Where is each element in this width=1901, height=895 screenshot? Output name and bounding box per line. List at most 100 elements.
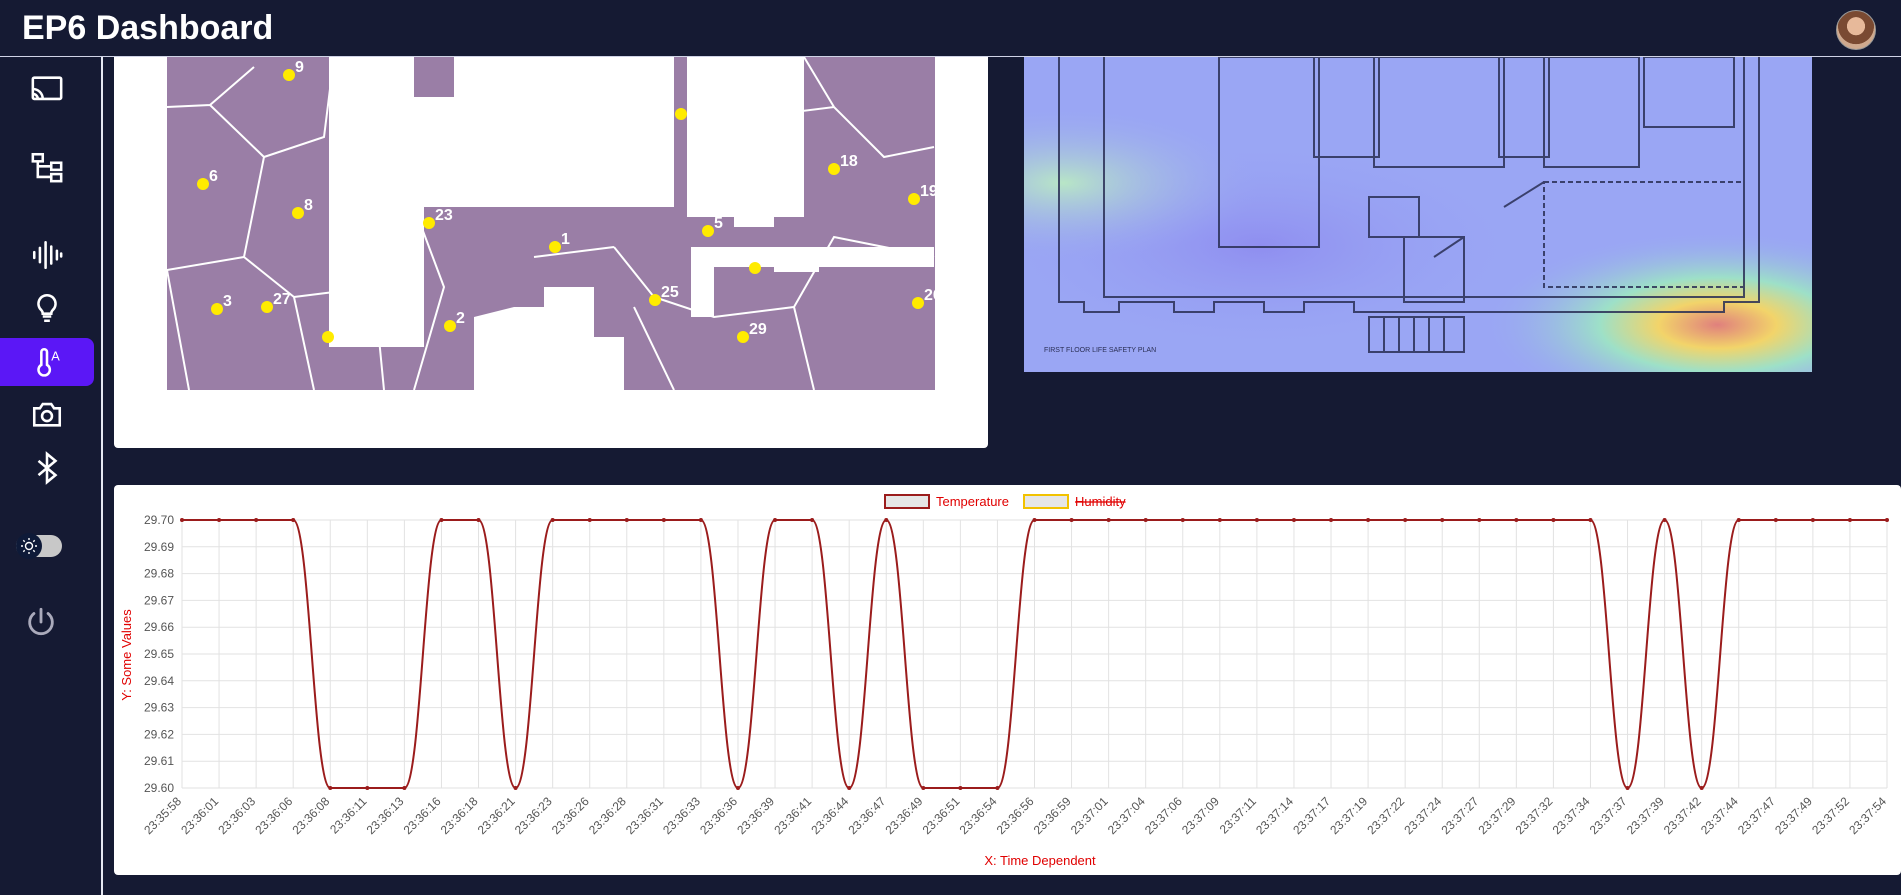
x-tick-label: 23:37:47	[1735, 794, 1778, 837]
sensor-marker[interactable]	[197, 178, 209, 190]
data-point[interactable]	[1143, 518, 1148, 522]
sensor-marker[interactable]	[675, 108, 687, 120]
sensor-marker[interactable]	[828, 163, 840, 175]
data-point[interactable]	[1885, 518, 1889, 522]
data-point[interactable]	[513, 786, 518, 790]
sensor-marker[interactable]	[737, 331, 749, 343]
data-point[interactable]	[810, 518, 815, 522]
data-point[interactable]	[735, 786, 740, 790]
data-point[interactable]	[1588, 518, 1593, 522]
sensor-marker[interactable]	[423, 217, 435, 229]
sensor-label: 29	[749, 321, 767, 338]
data-point[interactable]	[180, 518, 184, 522]
x-tick-label: 23:37:39	[1624, 794, 1667, 837]
x-tick-label: 23:36:59	[1031, 794, 1074, 837]
x-tick-label: 23:37:17	[1290, 794, 1333, 837]
data-point[interactable]	[402, 786, 407, 790]
theme-toggle[interactable]	[14, 531, 64, 561]
sidebar-item-bluetooth[interactable]	[0, 444, 94, 492]
sidebar-item-network[interactable]	[0, 143, 94, 191]
hierarchy-icon	[31, 152, 63, 183]
sidebar-item-temperature[interactable]: A	[0, 338, 94, 386]
data-point[interactable]	[1773, 518, 1778, 522]
temperature-line-chart: 29.70 29.69 29.68 29.67 29.66 29.65 29.64 29.63…	[119, 494, 1889, 868]
data-point[interactable]	[884, 518, 889, 522]
sensor-marker[interactable]	[702, 225, 714, 237]
sensor-marker[interactable]	[261, 301, 273, 313]
data-point[interactable]	[995, 786, 1000, 790]
data-point[interactable]	[773, 518, 778, 522]
sensor-label: 18	[840, 153, 858, 170]
data-point[interactable]	[1514, 518, 1519, 522]
data-point[interactable]	[661, 518, 666, 522]
temperature-chart-card: 29.70 29.69 29.68 29.67 29.66 29.65 29.64 29.63…	[114, 485, 1901, 875]
data-point[interactable]	[1106, 518, 1111, 522]
data-point[interactable]	[847, 786, 852, 790]
data-point[interactable]	[365, 786, 370, 790]
sensor-marker[interactable]	[211, 303, 223, 315]
data-point[interactable]	[439, 518, 444, 522]
data-point[interactable]	[1440, 518, 1445, 522]
user-avatar[interactable]	[1836, 10, 1876, 50]
sidebar-item-cast[interactable]	[0, 65, 94, 113]
data-point[interactable]	[1625, 786, 1630, 790]
x-tick-label: 23:37:54	[1846, 794, 1889, 837]
data-point[interactable]	[1217, 518, 1222, 522]
sensor-marker[interactable]	[908, 193, 920, 205]
legend-item-humidity[interactable]: Humidity	[1023, 494, 1126, 509]
x-tick-label: 23:36:18	[438, 794, 481, 837]
sidebar-item-audio[interactable]	[0, 231, 94, 279]
data-point[interactable]	[1810, 518, 1815, 522]
data-point[interactable]	[1291, 518, 1296, 522]
data-point[interactable]	[1069, 518, 1074, 522]
x-tick-label: 23:37:34	[1550, 794, 1593, 837]
data-point[interactable]	[1366, 518, 1371, 522]
x-tick-label: 23:36:03	[215, 794, 258, 837]
sensor-label: 3	[223, 293, 232, 310]
power-icon[interactable]	[24, 605, 58, 639]
data-point[interactable]	[1032, 518, 1037, 522]
data-point[interactable]	[1180, 518, 1185, 522]
data-point[interactable]	[1736, 518, 1741, 522]
data-point[interactable]	[1699, 786, 1704, 790]
x-tick-label: 23:37:22	[1364, 794, 1407, 837]
data-point[interactable]	[1329, 518, 1334, 522]
data-point[interactable]	[1847, 518, 1852, 522]
x-tick-label: 23:37:14	[1253, 794, 1296, 837]
sensor-marker[interactable]	[292, 207, 304, 219]
data-point[interactable]	[624, 518, 629, 522]
sensor-label: 20	[687, 98, 705, 115]
data-point[interactable]	[254, 518, 259, 522]
sensor-marker[interactable]	[649, 294, 661, 306]
data-point[interactable]	[476, 518, 481, 522]
data-point[interactable]	[958, 786, 963, 790]
data-point[interactable]	[1254, 518, 1259, 522]
data-point[interactable]	[698, 518, 703, 522]
sensor-marker[interactable]	[444, 320, 456, 332]
data-point[interactable]	[1477, 518, 1482, 522]
data-point[interactable]	[1403, 518, 1408, 522]
legend-item-temperature[interactable]: Temperature	[884, 494, 1009, 509]
y-tick-label: 29.70	[144, 513, 174, 527]
data-point[interactable]	[587, 518, 592, 522]
sensor-label: 19	[920, 183, 938, 200]
sensor-marker[interactable]	[912, 297, 924, 309]
data-point[interactable]	[1551, 518, 1556, 522]
sidebar-item-lights[interactable]	[0, 284, 94, 332]
y-tick-label: 29.64	[144, 674, 174, 688]
data-point[interactable]	[217, 518, 222, 522]
sensor-marker[interactable]	[549, 241, 561, 253]
data-point[interactable]	[328, 786, 333, 790]
sensor-marker[interactable]	[749, 262, 761, 274]
data-point[interactable]	[1662, 518, 1667, 522]
sidebar-item-camera[interactable]	[0, 390, 94, 438]
x-tick-label: 23:36:08	[289, 794, 332, 837]
sensor-marker[interactable]	[322, 331, 334, 343]
data-point[interactable]	[550, 518, 555, 522]
data-point[interactable]	[921, 786, 926, 790]
sensor-marker[interactable]	[283, 69, 295, 81]
x-tick-label: 23:36:44	[808, 794, 851, 837]
data-point[interactable]	[291, 518, 296, 522]
x-tick-label: 23:37:19	[1327, 794, 1370, 837]
camera-icon	[32, 402, 62, 427]
